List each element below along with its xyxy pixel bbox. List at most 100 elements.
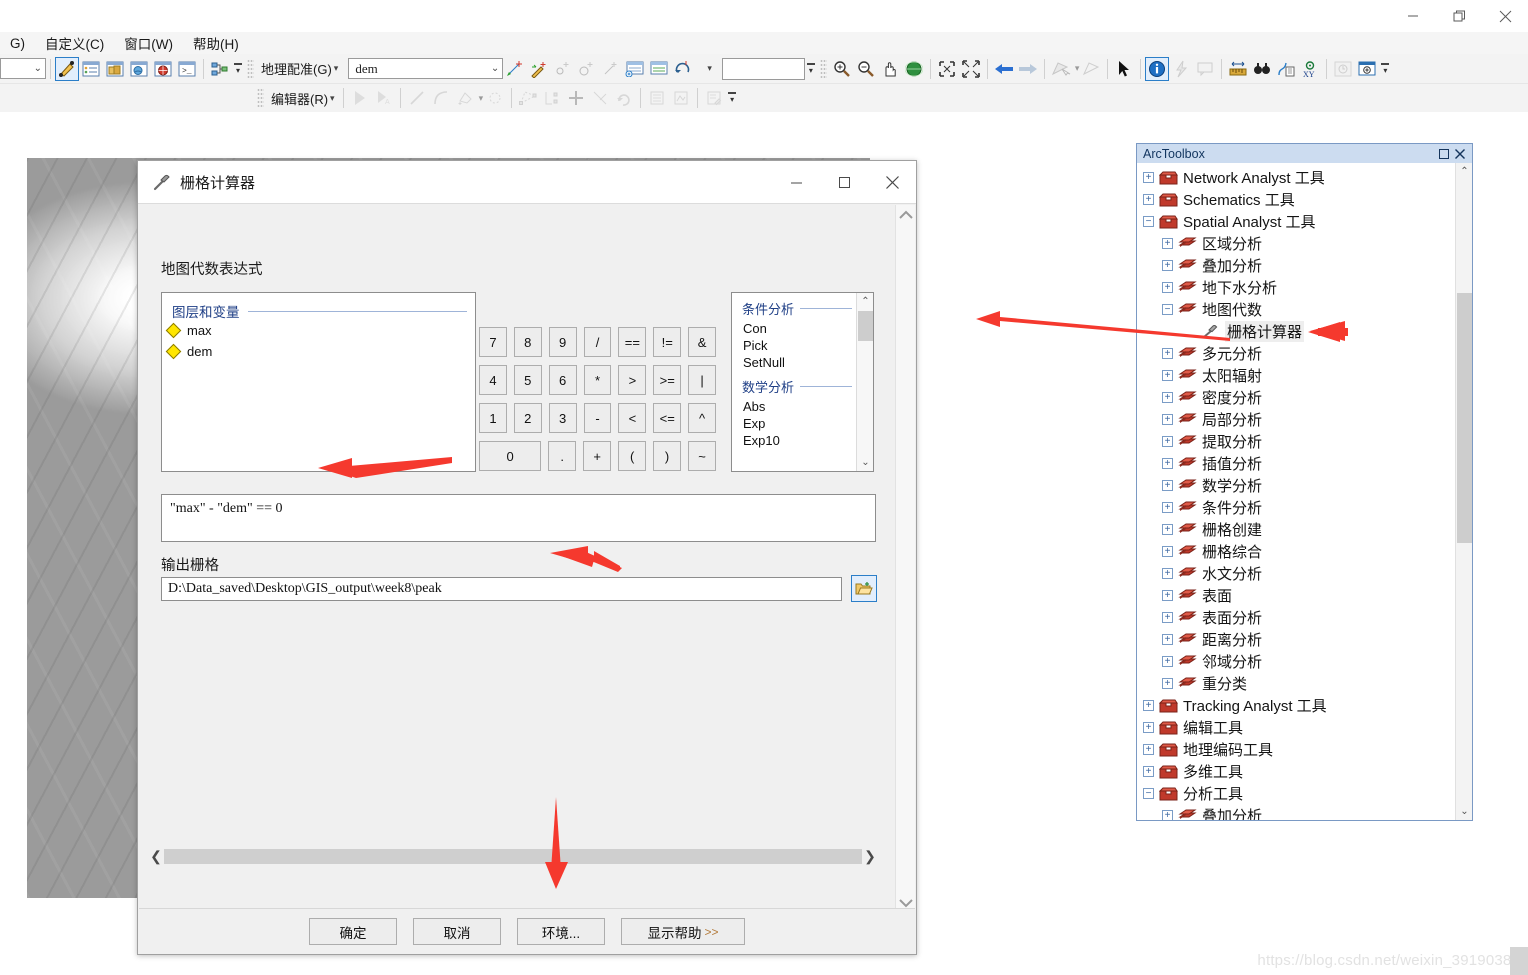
time-slider-icon[interactable]	[1331, 57, 1355, 81]
menu-item-help[interactable]: 帮助(H)	[183, 32, 249, 54]
zoom-out-icon[interactable]	[854, 57, 878, 81]
keypad-key-2[interactable]: 2	[513, 403, 542, 433]
split-icon[interactable]	[564, 86, 588, 110]
keypad-key-dot[interactable]: .	[548, 441, 577, 471]
expand-toggle-icon[interactable]: +	[1162, 633, 1173, 645]
keypad-key-multiply[interactable]: *	[583, 365, 612, 395]
keypad-key-gt[interactable]: >	[618, 365, 647, 395]
keypad-key-lteq[interactable]: <=	[653, 403, 682, 433]
expand-toggle-icon[interactable]: +	[1143, 765, 1154, 777]
expand-toggle-icon[interactable]: +	[1162, 237, 1173, 249]
sketch-properties-icon[interactable]	[669, 86, 693, 110]
functions-list[interactable]: 条件分析 Con Pick SetNull 数学分析 Abs Exp Exp10 ⌃ ⌄	[731, 292, 874, 472]
html-popup-icon[interactable]	[1193, 57, 1217, 81]
expression-input[interactable]: "max" - "dem" == 0	[161, 494, 876, 542]
menu-item-0[interactable]: G)	[0, 35, 35, 52]
select-elements-icon[interactable]	[1112, 57, 1136, 81]
toolbox-tree-node[interactable]: + 局部分析	[1137, 408, 1449, 430]
function-item-exp[interactable]: Exp	[732, 415, 858, 432]
toolbox-tree-node[interactable]: + 栅格创建	[1137, 518, 1449, 540]
keypad-key-4[interactable]: 4	[479, 365, 507, 395]
output-raster-input[interactable]: D:\Data_saved\Desktop\GIS_output\week8\p…	[161, 577, 842, 601]
window-close-icon[interactable]	[1482, 0, 1528, 32]
keypad-key-7[interactable]: 7	[479, 327, 507, 357]
expand-toggle-icon[interactable]: +	[1162, 347, 1173, 359]
expand-toggle-icon[interactable]: +	[1162, 655, 1173, 667]
collapse-toggle-icon[interactable]: −	[1162, 303, 1173, 315]
keypad-key-divide[interactable]: /	[583, 327, 612, 357]
fixed-zoom-in-icon[interactable]	[935, 57, 959, 81]
toolbox-tree-node[interactable]: + 栅格综合	[1137, 540, 1449, 562]
scroll-up-icon[interactable]: ⌃	[857, 293, 873, 310]
dialog-close-button[interactable]	[868, 161, 916, 203]
expand-toggle-icon[interactable]: +	[1162, 281, 1173, 293]
scroll-thumb[interactable]	[858, 311, 873, 341]
menu-item-window[interactable]: 窗口(W)	[114, 32, 183, 54]
georef-overflow-button[interactable]: ▾	[805, 57, 817, 81]
scroll-right-icon[interactable]: ❯	[862, 848, 878, 865]
attributes-icon[interactable]	[645, 86, 669, 110]
keypad-key-5[interactable]: 5	[513, 365, 542, 395]
trace-icon[interactable]	[483, 86, 507, 110]
environments-button[interactable]: 环境...	[517, 918, 605, 945]
back-extent-icon[interactable]	[992, 57, 1016, 81]
georef-overflow-caret-icon[interactable]: ▾	[707, 63, 712, 74]
expand-toggle-icon[interactable]: +	[1162, 589, 1173, 601]
toolbox-tree-node[interactable]: + 叠加分析	[1137, 804, 1449, 820]
toolbox-tree-node[interactable]: + 邻域分析	[1137, 650, 1449, 672]
expand-toggle-icon[interactable]: +	[1162, 391, 1173, 403]
toolbox-tree-node[interactable]: + 重分类	[1137, 672, 1449, 694]
keypad-key-6[interactable]: 6	[548, 365, 577, 395]
fixed-zoom-out-icon[interactable]	[959, 57, 983, 81]
scroll-down-icon[interactable]: ⌄	[857, 454, 873, 471]
toolbox-tree-node[interactable]: + Tracking Analyst 工具	[1137, 694, 1449, 716]
collapse-toggle-icon[interactable]: −	[1143, 215, 1154, 227]
nav-overflow-button[interactable]: ▾	[1379, 57, 1391, 81]
function-item-pick[interactable]: Pick	[732, 337, 858, 354]
scroll-track[interactable]	[164, 848, 862, 864]
ok-button[interactable]: 确定	[309, 918, 397, 945]
cancel-button[interactable]: 取消	[413, 918, 501, 945]
georef-layer-combo[interactable]: dem ⌄	[348, 58, 504, 79]
scroll-up-icon[interactable]	[896, 205, 916, 225]
python-window-icon[interactable]: >_	[175, 57, 199, 81]
toolbox-tree-node[interactable]: − 地图代数	[1137, 298, 1449, 320]
toolbox-tree-node[interactable]: + Network Analyst 工具	[1137, 166, 1449, 188]
rotate-edit-icon[interactable]	[588, 86, 612, 110]
zoom-link-icon[interactable]	[575, 57, 599, 81]
expand-toggle-icon[interactable]: +	[1162, 611, 1173, 623]
undo-edit-icon[interactable]	[612, 86, 636, 110]
function-item-setnull[interactable]: SetNull	[732, 354, 858, 371]
toolbox-tree-node[interactable]: + 表面分析	[1137, 606, 1449, 628]
toolbox-tree-node[interactable]: + 提取分析	[1137, 430, 1449, 452]
show-help-button[interactable]: 显示帮助 >>	[621, 918, 745, 945]
toolbox-tree-node[interactable]: + 密度分析	[1137, 386, 1449, 408]
toolbox-tree-node[interactable]: − Spatial Analyst 工具	[1137, 210, 1449, 232]
keypad-key-pow[interactable]: ^	[688, 403, 717, 433]
georef-text-input[interactable]	[721, 57, 805, 80]
layer-item-dem[interactable]: dem	[165, 343, 212, 360]
keypad-key-9[interactable]: 9	[548, 327, 577, 357]
add-control-points-icon[interactable]	[503, 57, 527, 81]
expand-toggle-icon[interactable]: +	[1162, 435, 1173, 447]
functions-scrollbar[interactable]: ⌃ ⌄	[856, 293, 873, 471]
georeferencing-menu[interactable]: 地理配准(G) ▾	[257, 57, 342, 80]
measure-icon[interactable]	[1226, 57, 1250, 81]
layer-item-max[interactable]: max	[165, 322, 212, 339]
find-route-icon[interactable]	[1274, 57, 1298, 81]
keypad-key-or[interactable]: |	[688, 365, 717, 395]
dialog-maximize-button[interactable]	[820, 161, 868, 203]
delete-link-icon[interactable]	[599, 57, 623, 81]
dialog-minimize-button[interactable]	[772, 161, 820, 203]
expand-toggle-icon[interactable]: +	[1162, 567, 1173, 579]
expand-toggle-icon[interactable]: +	[1162, 457, 1173, 469]
keypad-key-minus[interactable]: -	[583, 403, 612, 433]
keypad-key-lt[interactable]: <	[618, 403, 647, 433]
expand-toggle-icon[interactable]: +	[1162, 413, 1173, 425]
toolbox-tree-node[interactable]: + 叠加分析	[1137, 254, 1449, 276]
straight-segment-icon[interactable]	[405, 86, 429, 110]
forward-extent-icon[interactable]	[1016, 57, 1040, 81]
editor-overflow-button[interactable]: ▾	[726, 86, 738, 110]
open-folder-icon[interactable]	[851, 575, 877, 602]
construction-tool-icon[interactable]	[453, 86, 477, 110]
